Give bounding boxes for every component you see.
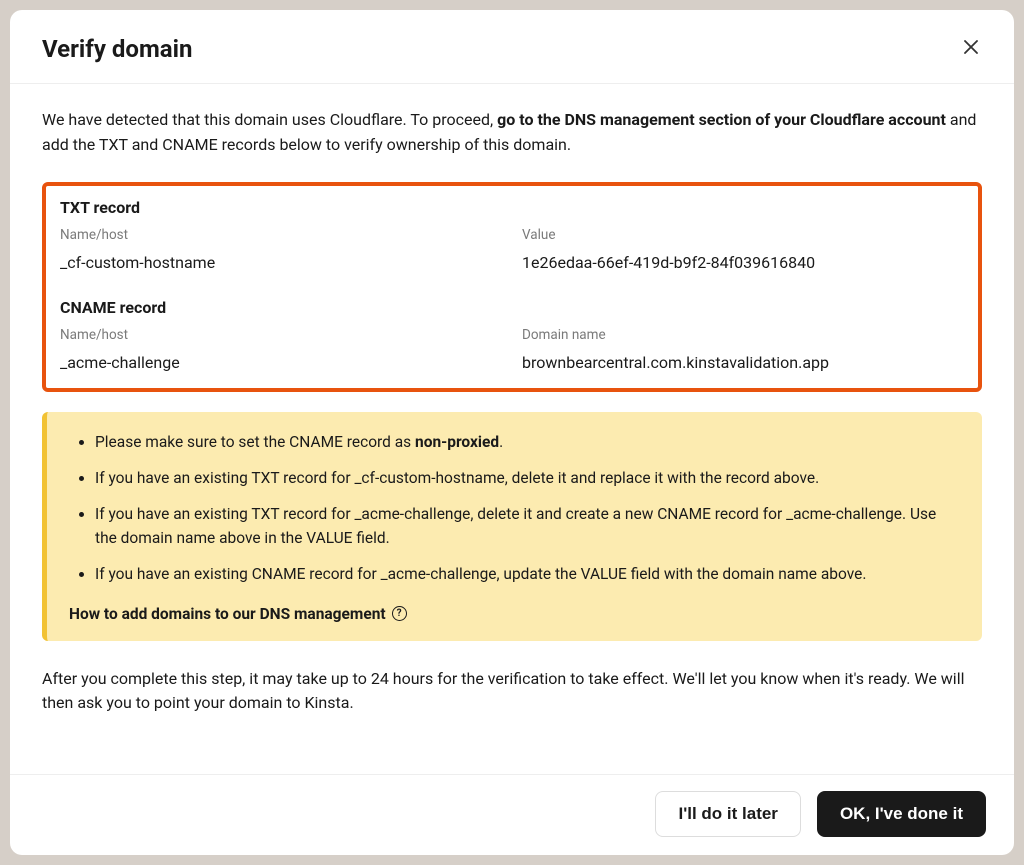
callout-bullet-4: If you have an existing CNAME record for… bbox=[95, 562, 960, 586]
txt-record-section: TXT record Name/host _cf-custom-hostname… bbox=[60, 198, 964, 272]
modal-body: We have detected that this domain uses C… bbox=[10, 84, 1014, 774]
cname-record-title: CNAME record bbox=[60, 298, 964, 317]
close-icon bbox=[964, 38, 978, 58]
intro-text: We have detected that this domain uses C… bbox=[42, 108, 982, 158]
txt-value-value: 1e26edaa-66ef-419d-b9f2-84f039616840 bbox=[522, 253, 964, 272]
bullet1-suffix: . bbox=[499, 433, 503, 451]
txt-name-label: Name/host bbox=[60, 227, 502, 243]
later-button[interactable]: I'll do it later bbox=[655, 791, 800, 837]
cname-record-section: CNAME record Name/host _acme-challenge D… bbox=[60, 298, 964, 372]
intro-prefix: We have detected that this domain uses C… bbox=[42, 110, 497, 129]
help-icon: ? bbox=[392, 606, 407, 621]
bullet1-prefix: Please make sure to set the CNAME record… bbox=[95, 433, 415, 451]
dns-records-box: TXT record Name/host _cf-custom-hostname… bbox=[42, 182, 982, 392]
txt-name-value: _cf-custom-hostname bbox=[60, 253, 502, 272]
callout-bullet-3: If you have an existing TXT record for _… bbox=[95, 502, 960, 550]
verify-domain-modal: Verify domain We have detected that this… bbox=[10, 10, 1014, 855]
callout-bullet-2: If you have an existing TXT record for _… bbox=[95, 466, 960, 490]
bullet1-bold: non-proxied bbox=[415, 433, 499, 451]
done-button[interactable]: OK, I've done it bbox=[817, 791, 986, 837]
txt-record-title: TXT record bbox=[60, 198, 964, 217]
modal-title: Verify domain bbox=[42, 35, 192, 63]
help-link-text: How to add domains to our DNS management bbox=[69, 605, 386, 623]
cname-name-value: _acme-challenge bbox=[60, 353, 502, 372]
closing-text: After you complete this step, it may tak… bbox=[42, 667, 982, 717]
cname-domain-label: Domain name bbox=[522, 327, 964, 343]
intro-bold: go to the DNS management section of your… bbox=[497, 110, 946, 129]
callout-bullet-1: Please make sure to set the CNAME record… bbox=[95, 430, 960, 454]
help-link[interactable]: How to add domains to our DNS management… bbox=[69, 605, 407, 623]
modal-footer: I'll do it later OK, I've done it bbox=[10, 774, 1014, 855]
modal-header: Verify domain bbox=[10, 10, 1014, 84]
close-button[interactable] bbox=[960, 34, 982, 63]
info-callout: Please make sure to set the CNAME record… bbox=[42, 412, 982, 641]
txt-value-label: Value bbox=[522, 227, 964, 243]
cname-domain-value: brownbearcentral.com.kinstavalidation.ap… bbox=[522, 353, 964, 372]
cname-name-label: Name/host bbox=[60, 327, 502, 343]
